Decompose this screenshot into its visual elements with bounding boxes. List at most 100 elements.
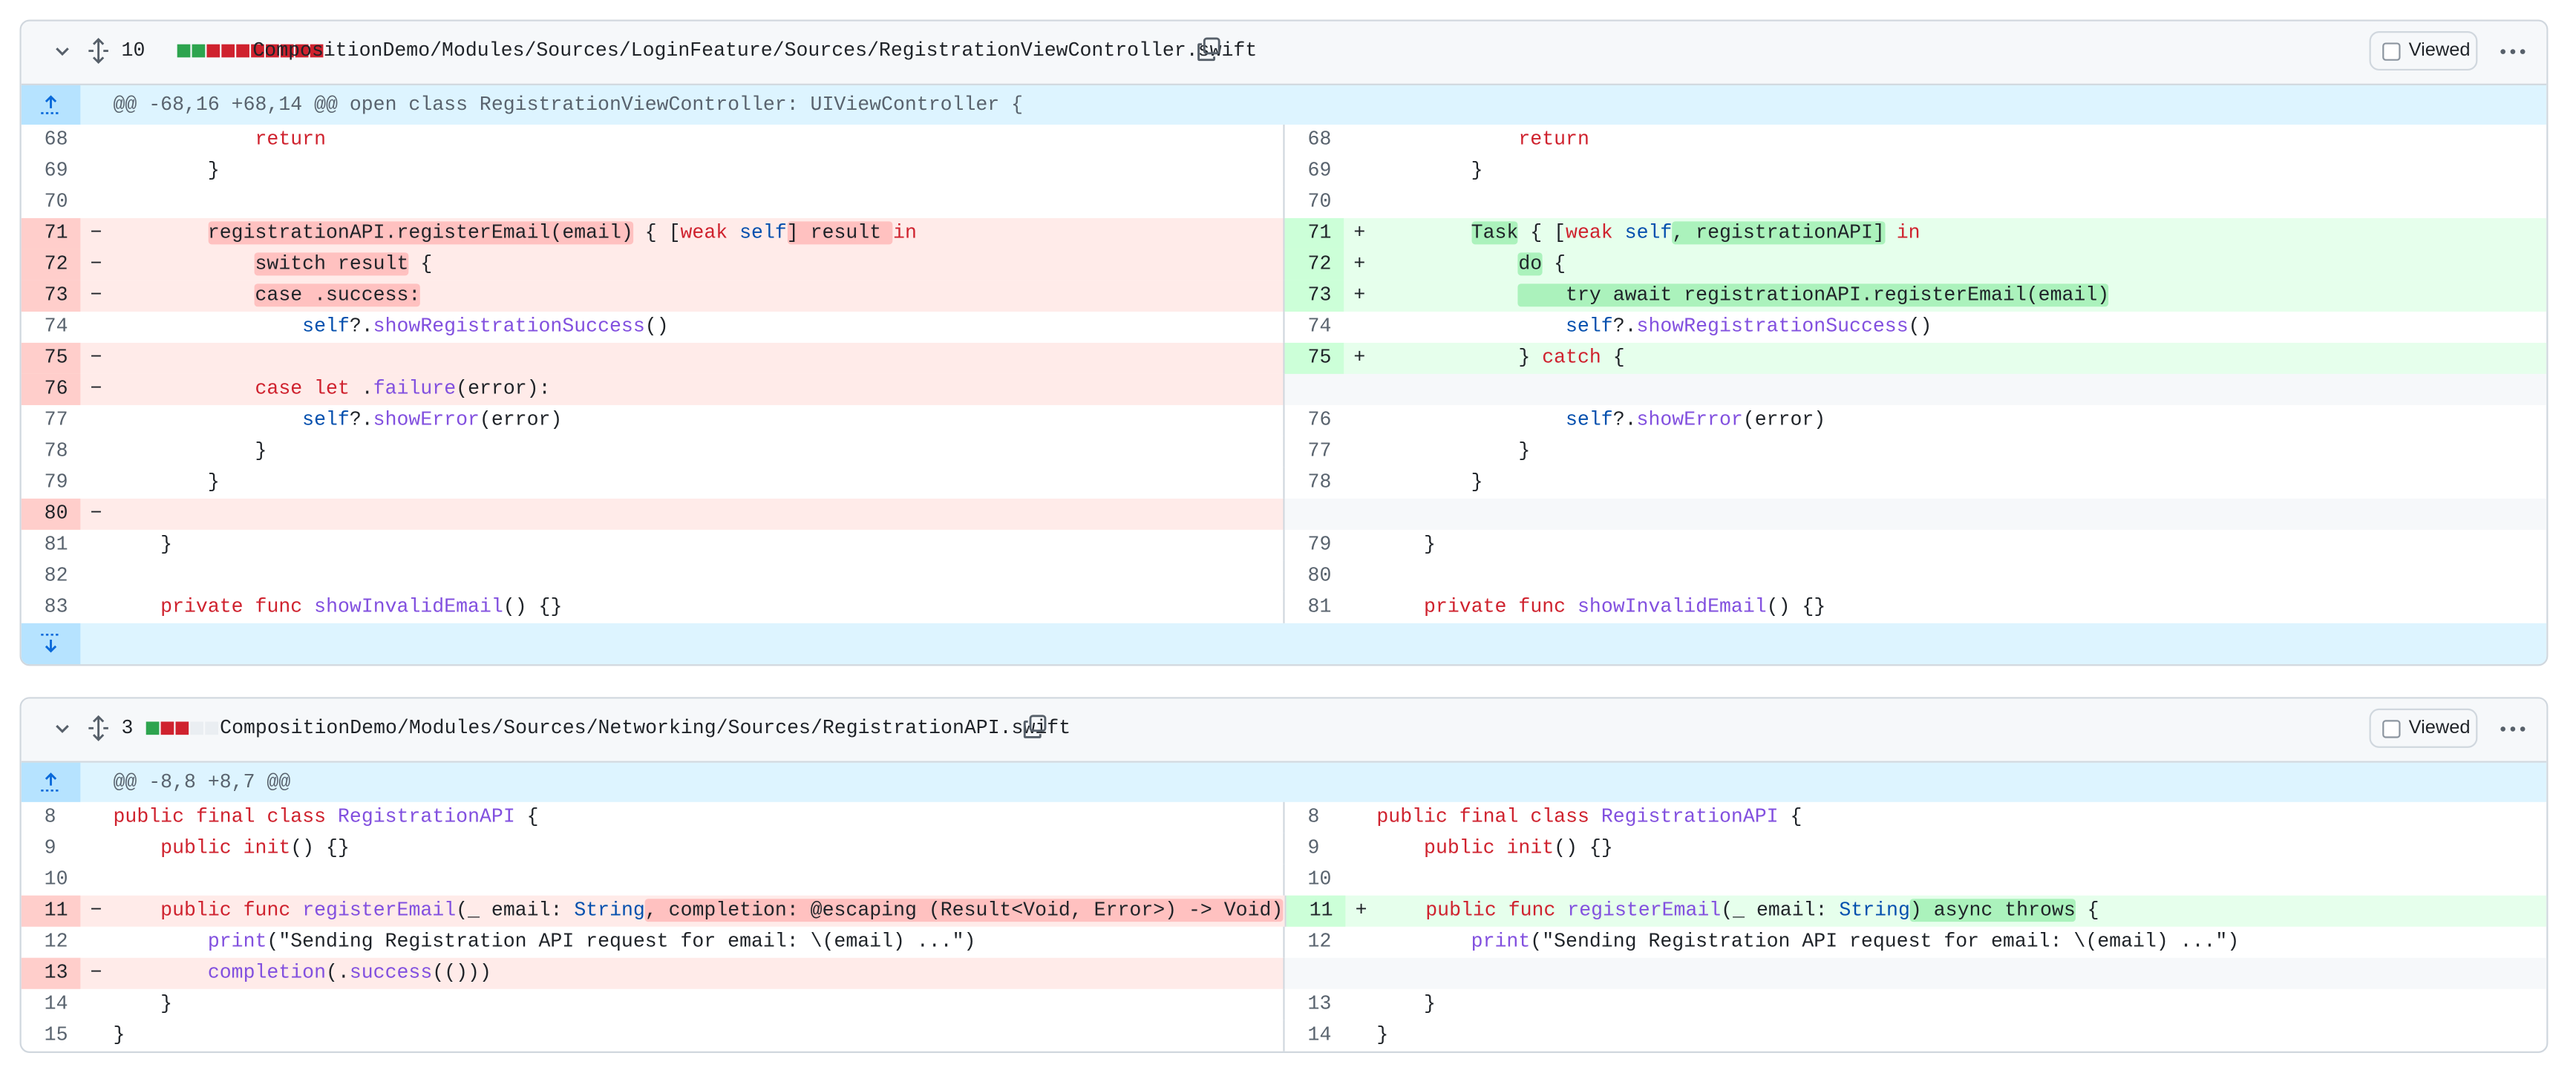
diff-marker bbox=[80, 187, 113, 218]
line-number[interactable]: 78 bbox=[1285, 468, 1344, 499]
line-number[interactable]: 77 bbox=[1285, 436, 1344, 468]
code-token: { bbox=[1778, 805, 1802, 829]
line-number[interactable]: 83 bbox=[22, 592, 81, 623]
diffstat-block-add bbox=[146, 721, 160, 735]
line-number[interactable]: 11 bbox=[1286, 895, 1346, 927]
code-token: do bbox=[1518, 252, 1543, 276]
line-number[interactable]: 73 bbox=[1284, 280, 1344, 312]
code-token: try await registrationAPI.registerEmail(… bbox=[1518, 283, 2110, 307]
diffstat-block-neutral bbox=[205, 721, 218, 735]
line-number[interactable] bbox=[1285, 374, 1344, 405]
line-number[interactable]: 80 bbox=[1285, 561, 1344, 592]
viewed-button[interactable]: Viewed bbox=[2369, 30, 2478, 71]
line-number[interactable]: 12 bbox=[1285, 927, 1344, 958]
line-number[interactable]: 72 bbox=[21, 249, 81, 281]
chevron-down-icon[interactable] bbox=[53, 41, 73, 65]
line-number[interactable]: 75 bbox=[1284, 342, 1344, 374]
code-token: switch result bbox=[255, 252, 409, 276]
diff-row: 10 10 bbox=[22, 864, 2546, 896]
line-number[interactable]: 9 bbox=[1285, 833, 1344, 865]
line-number[interactable]: 79 bbox=[22, 468, 81, 499]
kebab-menu-icon[interactable] bbox=[2500, 726, 2526, 732]
line-number[interactable]: 76 bbox=[1285, 405, 1344, 436]
line-number[interactable]: 73 bbox=[21, 280, 81, 312]
copy-icon[interactable] bbox=[1196, 36, 1222, 68]
line-number[interactable]: 13 bbox=[1285, 989, 1344, 1020]
line-number[interactable]: 68 bbox=[22, 125, 81, 156]
line-number[interactable]: 74 bbox=[22, 312, 81, 343]
code-token: registerEmail bbox=[1567, 899, 1722, 922]
line-number[interactable]: 10 bbox=[1285, 865, 1344, 896]
diffstat-block-add bbox=[192, 44, 206, 58]
diff-row: 72− switch result {72 + do { bbox=[21, 249, 2547, 281]
file-path[interactable]: CompositionDemo/Modules/Sources/LoginFea… bbox=[252, 39, 1257, 62]
viewed-checkbox[interactable] bbox=[2382, 719, 2401, 738]
line-number[interactable]: 14 bbox=[1285, 1020, 1344, 1052]
code-token: } bbox=[113, 159, 220, 183]
line-number[interactable]: 81 bbox=[1285, 592, 1344, 623]
line-number[interactable]: 68 bbox=[1285, 125, 1344, 156]
code-token: self bbox=[1566, 408, 1613, 432]
line-number[interactable]: 80 bbox=[21, 498, 81, 530]
line-number[interactable]: 75 bbox=[21, 342, 81, 374]
line-number[interactable]: 71 bbox=[21, 217, 81, 249]
line-number[interactable]: 11 bbox=[21, 895, 81, 927]
copy-icon[interactable] bbox=[1022, 713, 1048, 744]
diff-marker: − bbox=[90, 346, 102, 370]
expand-all-icon[interactable] bbox=[87, 715, 110, 747]
file-header: 10 CompositionDemo/Modules/Sources/Login… bbox=[21, 21, 2547, 85]
code-line: public final class RegistrationAPI { bbox=[114, 802, 1284, 833]
line-number[interactable]: 77 bbox=[22, 405, 81, 436]
code-token: showRegistrationSuccess bbox=[373, 315, 645, 338]
new-side-context: 14} bbox=[1285, 1020, 2547, 1052]
viewed-checkbox[interactable] bbox=[2382, 42, 2401, 60]
line-number[interactable]: 15 bbox=[22, 1020, 81, 1052]
line-number[interactable]: 8 bbox=[22, 802, 81, 833]
line-number[interactable]: 74 bbox=[1285, 312, 1344, 343]
line-number[interactable]: 72 bbox=[1284, 249, 1344, 281]
line-number[interactable]: 76 bbox=[21, 373, 81, 405]
old-side-deletion: 13− completion(.success(())) bbox=[21, 957, 1285, 989]
kebab-menu-icon[interactable] bbox=[2500, 49, 2526, 54]
code-line: Task { [weak self, registrationAPI] in bbox=[1376, 218, 2546, 249]
line-number[interactable]: 9 bbox=[22, 833, 81, 865]
line-number[interactable]: 78 bbox=[22, 436, 81, 468]
new-side-context: 79 } bbox=[1285, 530, 2547, 561]
line-number[interactable]: 13 bbox=[21, 957, 81, 989]
line-number[interactable]: 12 bbox=[22, 927, 81, 958]
code-token: ?. bbox=[1612, 408, 1637, 432]
expand-down-icon[interactable] bbox=[21, 623, 81, 665]
file-path[interactable]: CompositionDemo/Modules/Sources/Networki… bbox=[220, 717, 1070, 740]
new-side-context: 9 public init() {} bbox=[1285, 833, 2547, 865]
line-number[interactable] bbox=[1285, 958, 1344, 989]
expand-up-icon[interactable] bbox=[21, 762, 81, 802]
code-token: weak bbox=[680, 221, 728, 245]
line-number[interactable]: 14 bbox=[22, 989, 81, 1020]
diff-marker bbox=[1344, 405, 1376, 436]
line-number[interactable]: 81 bbox=[22, 530, 81, 561]
line-number[interactable] bbox=[1285, 499, 1344, 530]
old-side-context: 69 } bbox=[22, 155, 1285, 187]
line-number[interactable]: 69 bbox=[1285, 156, 1344, 187]
line-number[interactable]: 82 bbox=[22, 561, 81, 592]
line-number[interactable]: 71 bbox=[1284, 217, 1344, 249]
new-side-context: 80 bbox=[1285, 561, 2547, 592]
code-token: , registrationAPI] bbox=[1672, 221, 1885, 245]
line-number[interactable]: 69 bbox=[22, 156, 81, 187]
line-number[interactable]: 8 bbox=[1285, 802, 1344, 833]
chevron-down-icon[interactable] bbox=[53, 718, 73, 743]
expand-all-icon[interactable] bbox=[87, 38, 110, 69]
viewed-button[interactable]: Viewed bbox=[2369, 708, 2478, 748]
line-number[interactable]: 70 bbox=[1285, 187, 1344, 218]
line-number[interactable]: 79 bbox=[1285, 530, 1344, 561]
expand-up-icon[interactable] bbox=[21, 85, 81, 125]
diff-marker bbox=[80, 592, 113, 623]
diff-marker bbox=[1344, 187, 1376, 218]
line-number[interactable]: 10 bbox=[22, 865, 81, 896]
line-number[interactable]: 70 bbox=[22, 187, 81, 218]
